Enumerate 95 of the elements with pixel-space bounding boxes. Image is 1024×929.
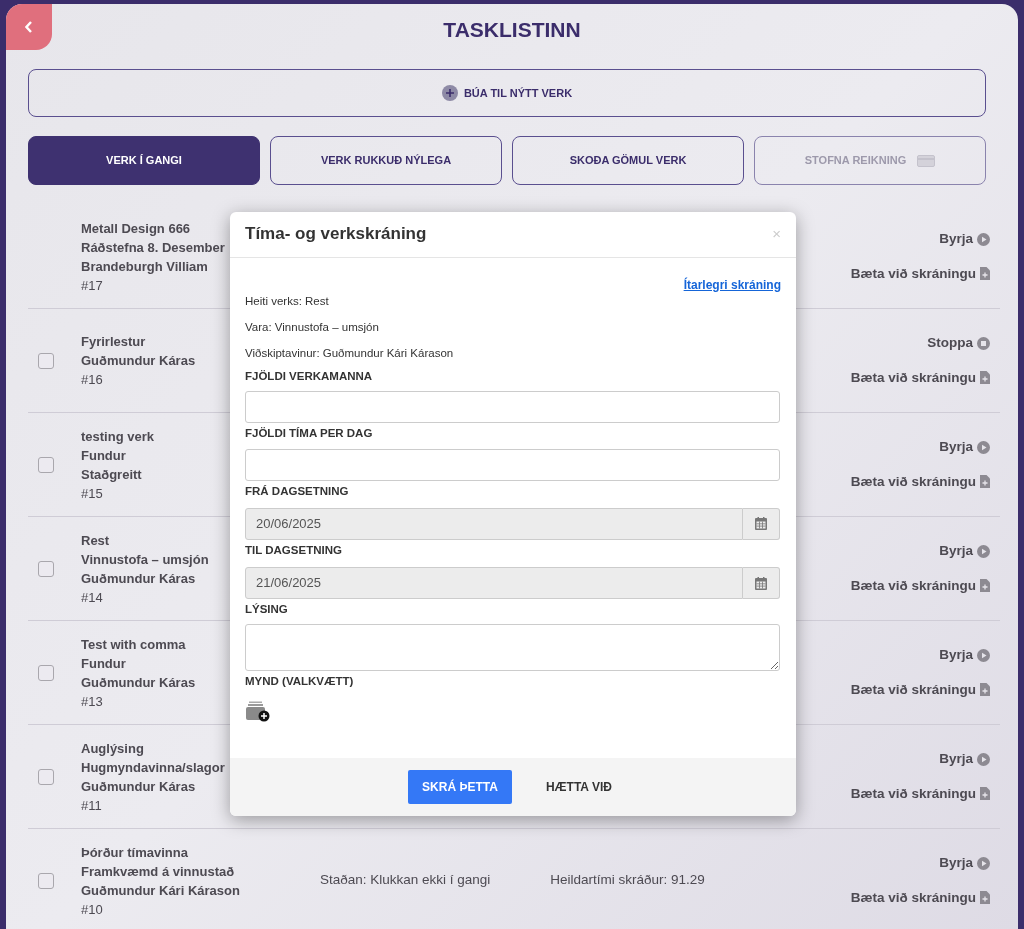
file-plus-icon [980,371,990,385]
play-icon [977,752,990,766]
task-detail: Fundur [81,446,126,465]
add-entry-button[interactable]: Bæta við skráningu [850,783,990,804]
task-detail: Test with comma [81,635,186,654]
add-entry-button[interactable]: Bæta við skráningu [850,471,990,492]
add-entry-button[interactable]: Bæta við skráningu [850,887,990,908]
add-entry-button[interactable]: Bæta við skráningu [850,263,990,284]
checkbox[interactable] [38,456,54,473]
file-plus-icon [980,891,990,905]
stop-button[interactable]: Stoppa [927,333,990,354]
back-button[interactable] [6,4,52,50]
play-icon [977,544,990,558]
modal-title: Tíma- og verkskráning [245,224,427,245]
info-text: Heiti verks: Rest [245,294,330,309]
tab[interactable]: VERK Í GANGI [28,136,260,185]
play-icon [977,232,990,246]
task-detail: Fundur [81,654,126,673]
calendar-button[interactable] [743,567,780,599]
date-field[interactable]: 20/06/2025 [245,507,743,540]
checkbox[interactable] [38,768,54,785]
start-button[interactable]: Byrja [939,437,990,458]
file-plus-icon [980,787,990,801]
calendar-button[interactable] [743,507,780,540]
task-detail: Fyrirlestur [81,333,146,351]
task-detail: Ráðstefna 8. Desember [81,238,225,257]
task-detail: Guðmundur Káras [81,777,196,796]
task-detail: testing verk [81,427,154,446]
input-field[interactable] [245,391,780,424]
detailed-entry-link[interactable]: Ítarlegri skráning [683,276,781,294]
chevron-left-icon [25,21,33,33]
info-text: Vara: Vinnustofa – umsjón [245,320,380,335]
field-label: FRÁ DAGSETNING [245,483,350,499]
task-detail: Metall Design 666 [81,219,191,238]
add-entry-button[interactable]: Bæta við skráningu [850,679,990,700]
tab[interactable]: VERK RUKKUÐ NÝLEGA [270,136,502,185]
task-number: #15 [81,484,104,503]
checkbox[interactable] [38,872,54,889]
task-detail: Guðmundur Káras [81,352,196,370]
task-detail: Hugmyndavinna/slagor [81,758,225,777]
input-field[interactable] [245,448,780,481]
task-detail: Framkvæmd á vinnustað [81,862,235,881]
task-detail: Vinnustofa – umsjón [81,550,209,569]
start-button[interactable]: Byrja [939,853,990,874]
task-detail: Þórður tímavinna [81,843,188,862]
task-number: #16 [81,371,104,389]
calendar-icon [755,576,767,590]
task-number: #17 [81,276,104,295]
task-detail: Auglýsing [81,739,144,758]
task-number: #10 [81,900,104,919]
file-plus-icon [980,579,990,593]
start-button[interactable]: Byrja [939,229,990,250]
field-label: TIL DAGSETNING [245,542,343,558]
task-detail: Rest [81,531,110,550]
checkbox[interactable] [38,352,54,369]
field-label: MYND (VALKVÆTT) [245,674,355,690]
task-detail: Guðmundur Kári Kárason [81,881,240,900]
checkbox[interactable] [38,664,54,681]
description-field[interactable] [245,624,780,672]
task-detail: Brandeburgh Villiam [81,257,208,276]
play-icon [977,648,990,662]
submit-button[interactable]: SKRÁ ÞETTA [408,770,512,804]
info-text: Viðskiptavinur: Guðmundur Kári Kárason [245,346,455,361]
stop-icon [977,336,990,350]
task-number: #11 [81,796,103,815]
calendar-icon [755,517,767,531]
file-plus-icon [980,683,990,697]
checkbox[interactable] [38,560,54,577]
cancel-button[interactable]: HÆTTA VIÐ [539,777,618,797]
card-icon [917,155,936,168]
field-label: LÝSING [245,602,289,617]
date-field[interactable]: 21/06/2025 [245,567,743,599]
file-plus-icon [980,267,990,281]
file-plus-icon [980,475,990,489]
task-status: Staðan: Klukkan ekki í gangi [319,871,491,890]
start-button[interactable]: Byrja [939,541,990,562]
plus-circle-icon [441,85,458,101]
add-entry-button[interactable]: Bæta við skráningu [850,575,990,596]
add-entry-button[interactable]: Bæta við skráningu [850,367,990,388]
play-icon [977,856,990,870]
task-detail: Staðgreitt [81,465,142,484]
task-detail: Guðmundur Káras [81,673,196,692]
start-button[interactable]: Byrja [939,749,990,770]
image-upload-icon[interactable] [245,700,270,722]
task-number: #13 [81,692,104,711]
create-task-button[interactable]: BÚA TIL NÝTT VERK [28,69,986,117]
page-title: TASKLISTINN [442,17,582,43]
field-label: FJÖLDI VERKAMANNA [245,369,374,384]
total-time: Heildartími skráður: 91.29 [550,871,705,890]
start-button[interactable]: Byrja [939,645,990,666]
field-label: FJÖLDI TÍMA PER DAG [245,426,374,442]
task-number: #14 [81,588,104,607]
tab[interactable]: SKOÐA GÖMUL VERK [512,136,744,185]
play-icon [977,440,990,454]
task-detail: Guðmundur Káras [81,569,196,588]
